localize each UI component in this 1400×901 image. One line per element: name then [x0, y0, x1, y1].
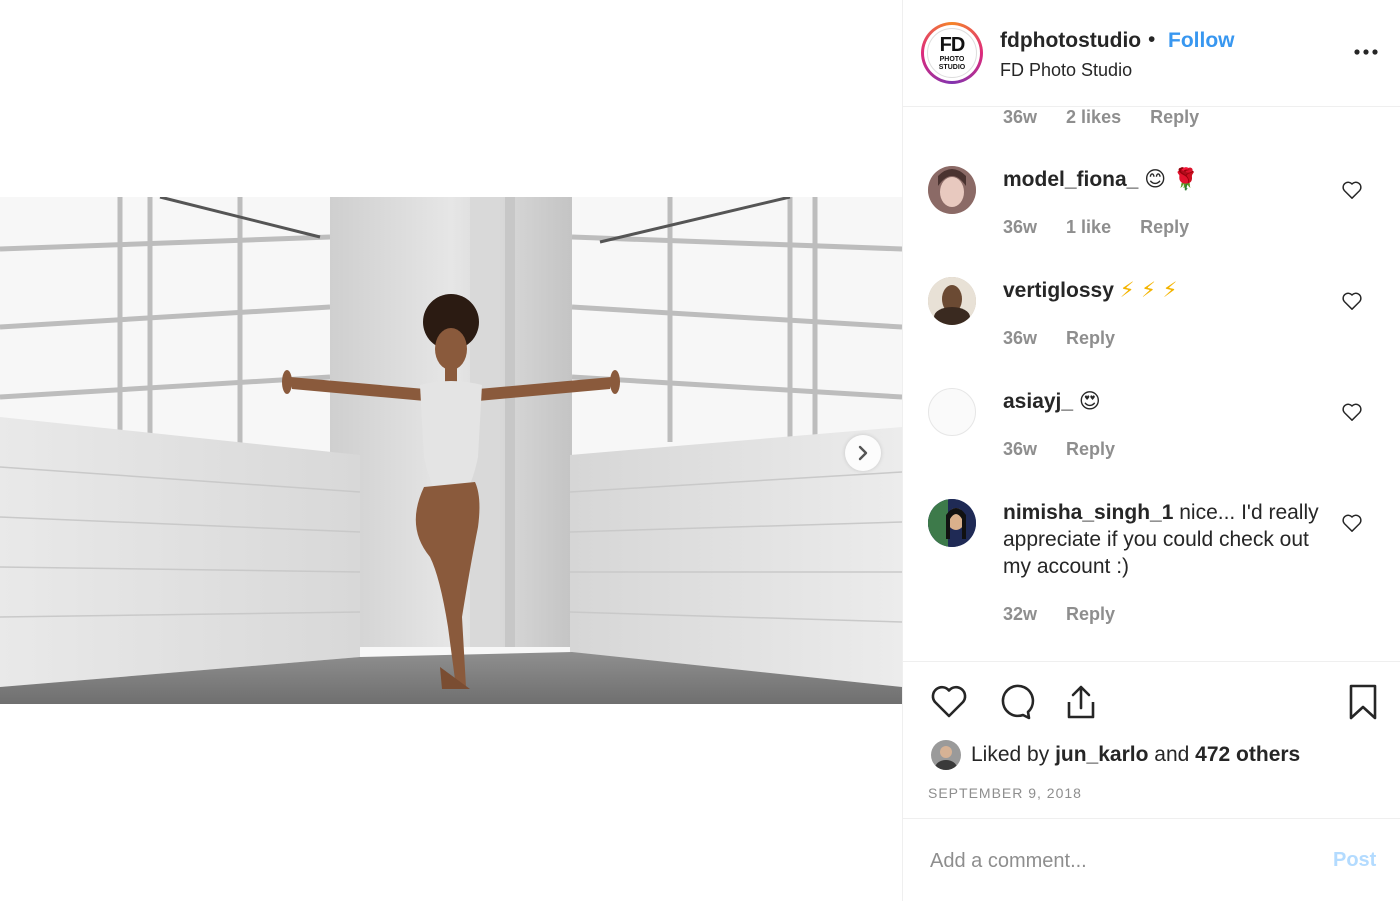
- comment-username[interactable]: vertiglossy: [1003, 279, 1114, 302]
- comment-username[interactable]: asiayj_: [1003, 390, 1073, 413]
- follow-button[interactable]: Follow: [1168, 29, 1235, 53]
- share-icon: [1067, 685, 1095, 719]
- avatar[interactable]: [931, 740, 961, 770]
- heart-icon: [1342, 292, 1362, 310]
- chevron-right-icon: [858, 445, 868, 461]
- comment-age: 36w: [1003, 107, 1038, 127]
- post-side-panel: FD PHOTO STUDIO fdphotostudio • Follow F…: [902, 0, 1400, 901]
- next-photo-button[interactable]: [845, 435, 881, 471]
- likes-summary: Liked by jun_karlo and 472 others: [931, 740, 1300, 770]
- reply-button[interactable]: Reply: [1066, 439, 1115, 459]
- post-date: SEPTEMBER 9, 2018: [928, 785, 1082, 801]
- liked-by-user[interactable]: jun_karlo: [1055, 743, 1148, 767]
- reply-button[interactable]: Reply: [1150, 107, 1199, 127]
- liked-by-connector: and: [1154, 743, 1190, 766]
- media-area: [0, 0, 902, 901]
- comment-like-button[interactable]: [1341, 291, 1363, 311]
- comment-like-button[interactable]: [1341, 513, 1363, 533]
- reply-button[interactable]: Reply: [1140, 217, 1189, 237]
- avatar[interactable]: [928, 166, 976, 214]
- comment-icon: [1001, 684, 1035, 720]
- comment-username[interactable]: model_fiona_: [1003, 168, 1138, 191]
- user-photo-icon: [928, 499, 976, 547]
- avatar[interactable]: [928, 388, 976, 436]
- heart-icon: [1342, 514, 1362, 532]
- reply-button[interactable]: Reply: [1066, 604, 1115, 624]
- comment-age: 36w: [1003, 439, 1038, 459]
- comment-body: 😊 🌹: [1144, 167, 1199, 191]
- comment-text: vertiglossy ⚡ ⚡ ⚡: [1003, 277, 1333, 304]
- account-username[interactable]: fdphotostudio: [1000, 29, 1141, 53]
- comment-like-button[interactable]: [1341, 180, 1363, 200]
- comments-list[interactable]: 36w 2 likes Reply model_fiona_ 😊 🌹 36w 1…: [903, 107, 1400, 661]
- share-button[interactable]: [1061, 682, 1101, 722]
- comment-text: nimisha_singh_1 nice... I'd really appre…: [1003, 499, 1333, 580]
- user-photo-icon: [928, 277, 976, 325]
- post-header: FD PHOTO STUDIO fdphotostudio • Follow F…: [903, 0, 1400, 107]
- comment-body: ⚡ ⚡ ⚡: [1119, 278, 1178, 302]
- logo-mark: FD: [939, 34, 966, 56]
- comment-text: asiayj_ 😍: [1003, 388, 1333, 415]
- comment-like-count[interactable]: 2 likes: [1066, 107, 1121, 127]
- heart-icon: [1342, 403, 1362, 421]
- post-comment-button[interactable]: Post: [1333, 849, 1376, 872]
- comment-input[interactable]: [930, 843, 1320, 879]
- comment-age: 36w: [1003, 217, 1038, 237]
- account-avatar[interactable]: FD PHOTO STUDIO: [921, 22, 983, 84]
- logo-line-2: STUDIO: [938, 64, 966, 71]
- heart-icon: [931, 685, 967, 718]
- bookmark-icon: [1349, 684, 1377, 720]
- avatar[interactable]: [928, 277, 976, 325]
- comment-age: 36w: [1003, 328, 1038, 348]
- header-separator: •: [1148, 28, 1156, 51]
- comment-username[interactable]: nimisha_singh_1: [1003, 501, 1173, 524]
- reply-button[interactable]: Reply: [1066, 328, 1115, 348]
- comment-meta-row: 36w Reply: [1003, 328, 1139, 349]
- comment-body: 😍: [1078, 389, 1101, 413]
- liked-by-prefix: Liked by: [971, 743, 1050, 766]
- comment-meta-row: 36w 2 likes Reply: [1003, 107, 1223, 128]
- add-comment-bar: Post: [903, 818, 1400, 901]
- fd-logo: FD PHOTO STUDIO: [927, 28, 977, 78]
- comment-meta-row: 36w 1 like Reply: [1003, 217, 1213, 238]
- save-button[interactable]: [1343, 682, 1383, 722]
- like-button[interactable]: [929, 682, 969, 722]
- comment-meta-row: 36w Reply: [1003, 439, 1139, 460]
- comment-meta-row: 32w Reply: [1003, 604, 1139, 625]
- comment-button[interactable]: [995, 682, 1035, 722]
- heart-icon: [1342, 181, 1362, 199]
- post-photo[interactable]: [0, 197, 902, 704]
- location-link[interactable]: FD Photo Studio: [1000, 60, 1132, 81]
- logo-line-1: PHOTO: [939, 56, 965, 63]
- comment-text: model_fiona_ 😊 🌹: [1003, 166, 1333, 193]
- comment-age: 32w: [1003, 604, 1038, 624]
- avatar[interactable]: [928, 499, 976, 547]
- avatar-inner: FD PHOTO STUDIO: [924, 25, 980, 81]
- liked-by-others[interactable]: 472 others: [1195, 743, 1300, 767]
- more-icon: [1354, 49, 1378, 55]
- post-actions: Liked by jun_karlo and 472 others SEPTEM…: [903, 661, 1400, 818]
- user-photo-icon: [931, 740, 961, 770]
- comment-like-button[interactable]: [1341, 402, 1363, 422]
- more-options-button[interactable]: [1352, 40, 1380, 64]
- comment-like-count[interactable]: 1 like: [1066, 217, 1111, 237]
- user-photo-icon: [928, 166, 976, 214]
